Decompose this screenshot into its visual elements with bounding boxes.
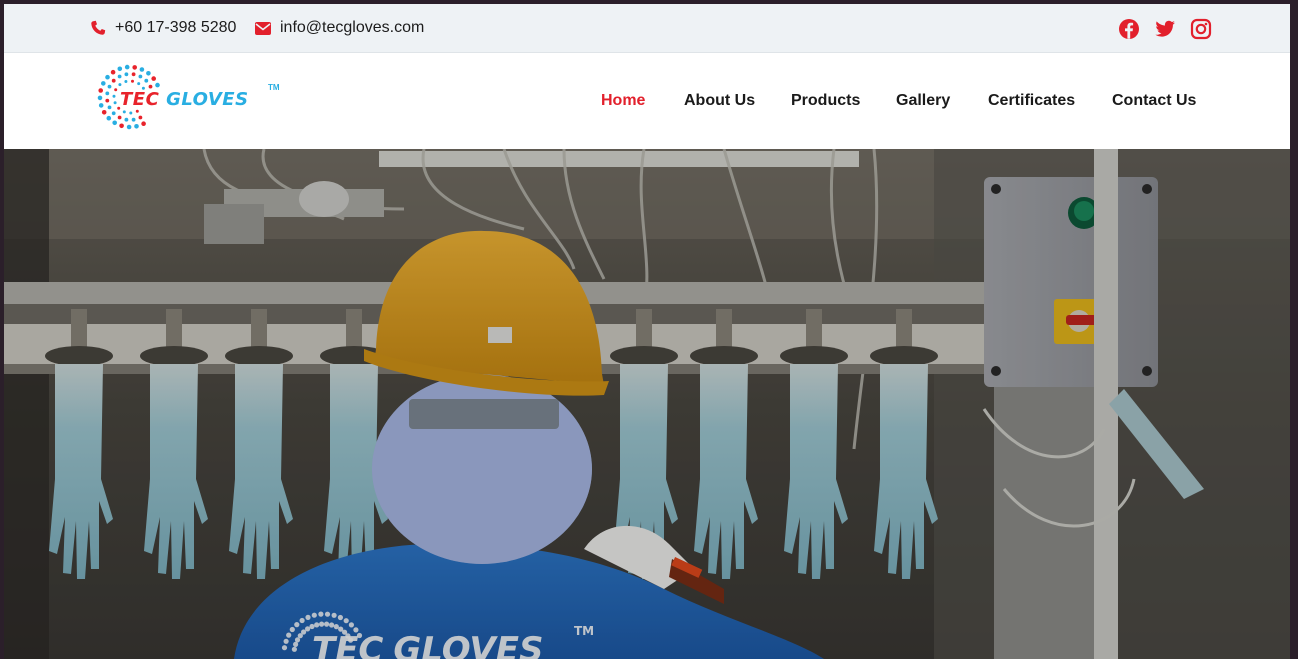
twitter-icon[interactable] bbox=[1154, 18, 1176, 40]
logo-wordmark: TEC GLOVES bbox=[120, 89, 249, 110]
nav-certificates[interactable]: Certificates bbox=[988, 92, 1075, 110]
facebook-icon[interactable] bbox=[1118, 18, 1140, 40]
shirt-logo-tm: TM bbox=[574, 624, 594, 638]
phone-contact[interactable]: +60 17-398 5280 bbox=[90, 19, 236, 37]
shirt-logo-text: TEC GLOVES bbox=[312, 630, 543, 659]
nav-products[interactable]: Products bbox=[791, 92, 860, 110]
glove-factory-illustration: TEC GLOVES TM bbox=[4, 149, 1290, 659]
instagram-icon[interactable] bbox=[1190, 18, 1212, 40]
nav-gallery[interactable]: Gallery bbox=[896, 92, 950, 110]
hero-image: TEC GLOVES TM bbox=[4, 149, 1290, 659]
top-bar: +60 17-398 5280 info@tecgloves.com bbox=[4, 4, 1290, 53]
nav-contact-us[interactable]: Contact Us bbox=[1112, 92, 1196, 110]
nav-home[interactable]: Home bbox=[601, 92, 645, 110]
tec-gloves-logo[interactable]: TEC GLOVES TM bbox=[90, 61, 290, 141]
phone-number: +60 17-398 5280 bbox=[115, 19, 237, 36]
envelope-icon bbox=[255, 21, 271, 35]
site-header: TEC GLOVES TM Home About Us Products Gal… bbox=[4, 53, 1290, 149]
logo-trademark: TM bbox=[268, 83, 280, 92]
email-address: info@tecgloves.com bbox=[280, 19, 425, 36]
phone-icon bbox=[91, 20, 106, 35]
email-contact[interactable]: info@tecgloves.com bbox=[255, 19, 424, 37]
logo-gloves-text: GLOVES bbox=[166, 89, 249, 110]
logo-tec-text: TEC bbox=[120, 89, 160, 110]
page: +60 17-398 5280 info@tecgloves.com TEC G… bbox=[4, 4, 1290, 659]
nav-about-us[interactable]: About Us bbox=[684, 92, 755, 110]
